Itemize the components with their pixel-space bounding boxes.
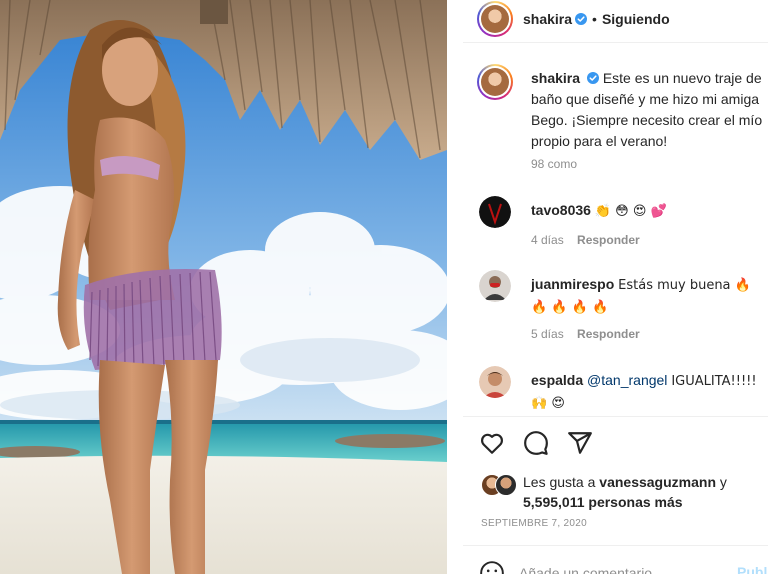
post-actions — [479, 430, 593, 458]
caption-like-count[interactable]: 98 como — [531, 157, 577, 171]
panel-divider — [447, 0, 463, 574]
liked-by-text: Les gusta a vanessaguzmann y 5,595,011 p… — [523, 472, 763, 512]
comment-username[interactable]: espalda — [531, 372, 583, 388]
comment-text: tavo8036 👏 😳 😍 💕 — [531, 200, 767, 222]
comment-bubble-icon[interactable] — [523, 430, 549, 456]
add-comment-divider — [463, 545, 768, 546]
smiley-icon[interactable] — [479, 560, 505, 574]
actions-divider — [463, 416, 768, 417]
comment-text: espalda @tan_rangel IGUALITA!!!!! 🙌 😍 — [531, 370, 767, 414]
post-details-panel: shakira • Siguiendo shakira Este es un n… — [463, 0, 768, 574]
caption-verified-badge-icon — [586, 72, 599, 84]
reply-button[interactable]: Responder — [577, 327, 640, 341]
likes-count[interactable]: 5,595,011 personas más — [523, 494, 683, 510]
comment-mention[interactable]: @tan_rangel — [587, 372, 667, 388]
comment-age[interactable]: 5 días — [531, 327, 564, 341]
comment-meta: 4 días Responder — [531, 233, 640, 247]
publish-button[interactable]: Publicar — [737, 564, 768, 574]
comment-avatar[interactable] — [479, 366, 511, 398]
caption-author-avatar[interactable] — [477, 64, 513, 100]
comment-text: juanmirespo Estás muy buena 🔥 🔥 🔥 🔥 🔥 — [531, 274, 767, 318]
comment-meta: 5 días Responder — [531, 327, 640, 341]
comment-username[interactable]: juanmirespo — [531, 276, 614, 292]
liked-by-user[interactable]: vanessaguzmann — [599, 474, 716, 490]
add-comment-bar: Publicar — [479, 560, 768, 574]
comment-avatar[interactable] — [479, 270, 511, 302]
header-divider — [463, 42, 768, 43]
caption-username[interactable]: shakira — [531, 70, 580, 86]
comment-username[interactable]: tavo8036 — [531, 202, 591, 218]
heart-icon[interactable] — [479, 430, 505, 456]
add-comment-input[interactable] — [519, 562, 719, 574]
author-username[interactable]: shakira — [523, 11, 572, 27]
liked-by-prefix: Les gusta a — [523, 474, 596, 490]
post-header: shakira • Siguiendo — [463, 0, 768, 38]
comment-body: 👏 😳 😍 💕 — [594, 204, 667, 219]
liked-by-avatars[interactable] — [481, 474, 519, 496]
comment-age[interactable]: 4 días — [531, 233, 564, 247]
beach-photo-illustration — [0, 0, 447, 574]
paper-plane-icon[interactable] — [567, 430, 593, 456]
caption-text-block: shakira Este es un nuevo traje de baño q… — [531, 68, 767, 152]
verified-badge-icon — [575, 13, 588, 25]
comment-avatar[interactable] — [479, 196, 511, 228]
liked-by-conj: y — [719, 474, 727, 490]
author-avatar[interactable] — [477, 1, 513, 37]
following-button[interactable]: Siguiendo — [602, 11, 670, 27]
header-separator: • — [592, 11, 597, 27]
post-date[interactable]: SEPTIEMBRE 7, 2020 — [481, 518, 587, 529]
post-photo[interactable] — [0, 0, 447, 574]
reply-button[interactable]: Responder — [577, 233, 640, 247]
